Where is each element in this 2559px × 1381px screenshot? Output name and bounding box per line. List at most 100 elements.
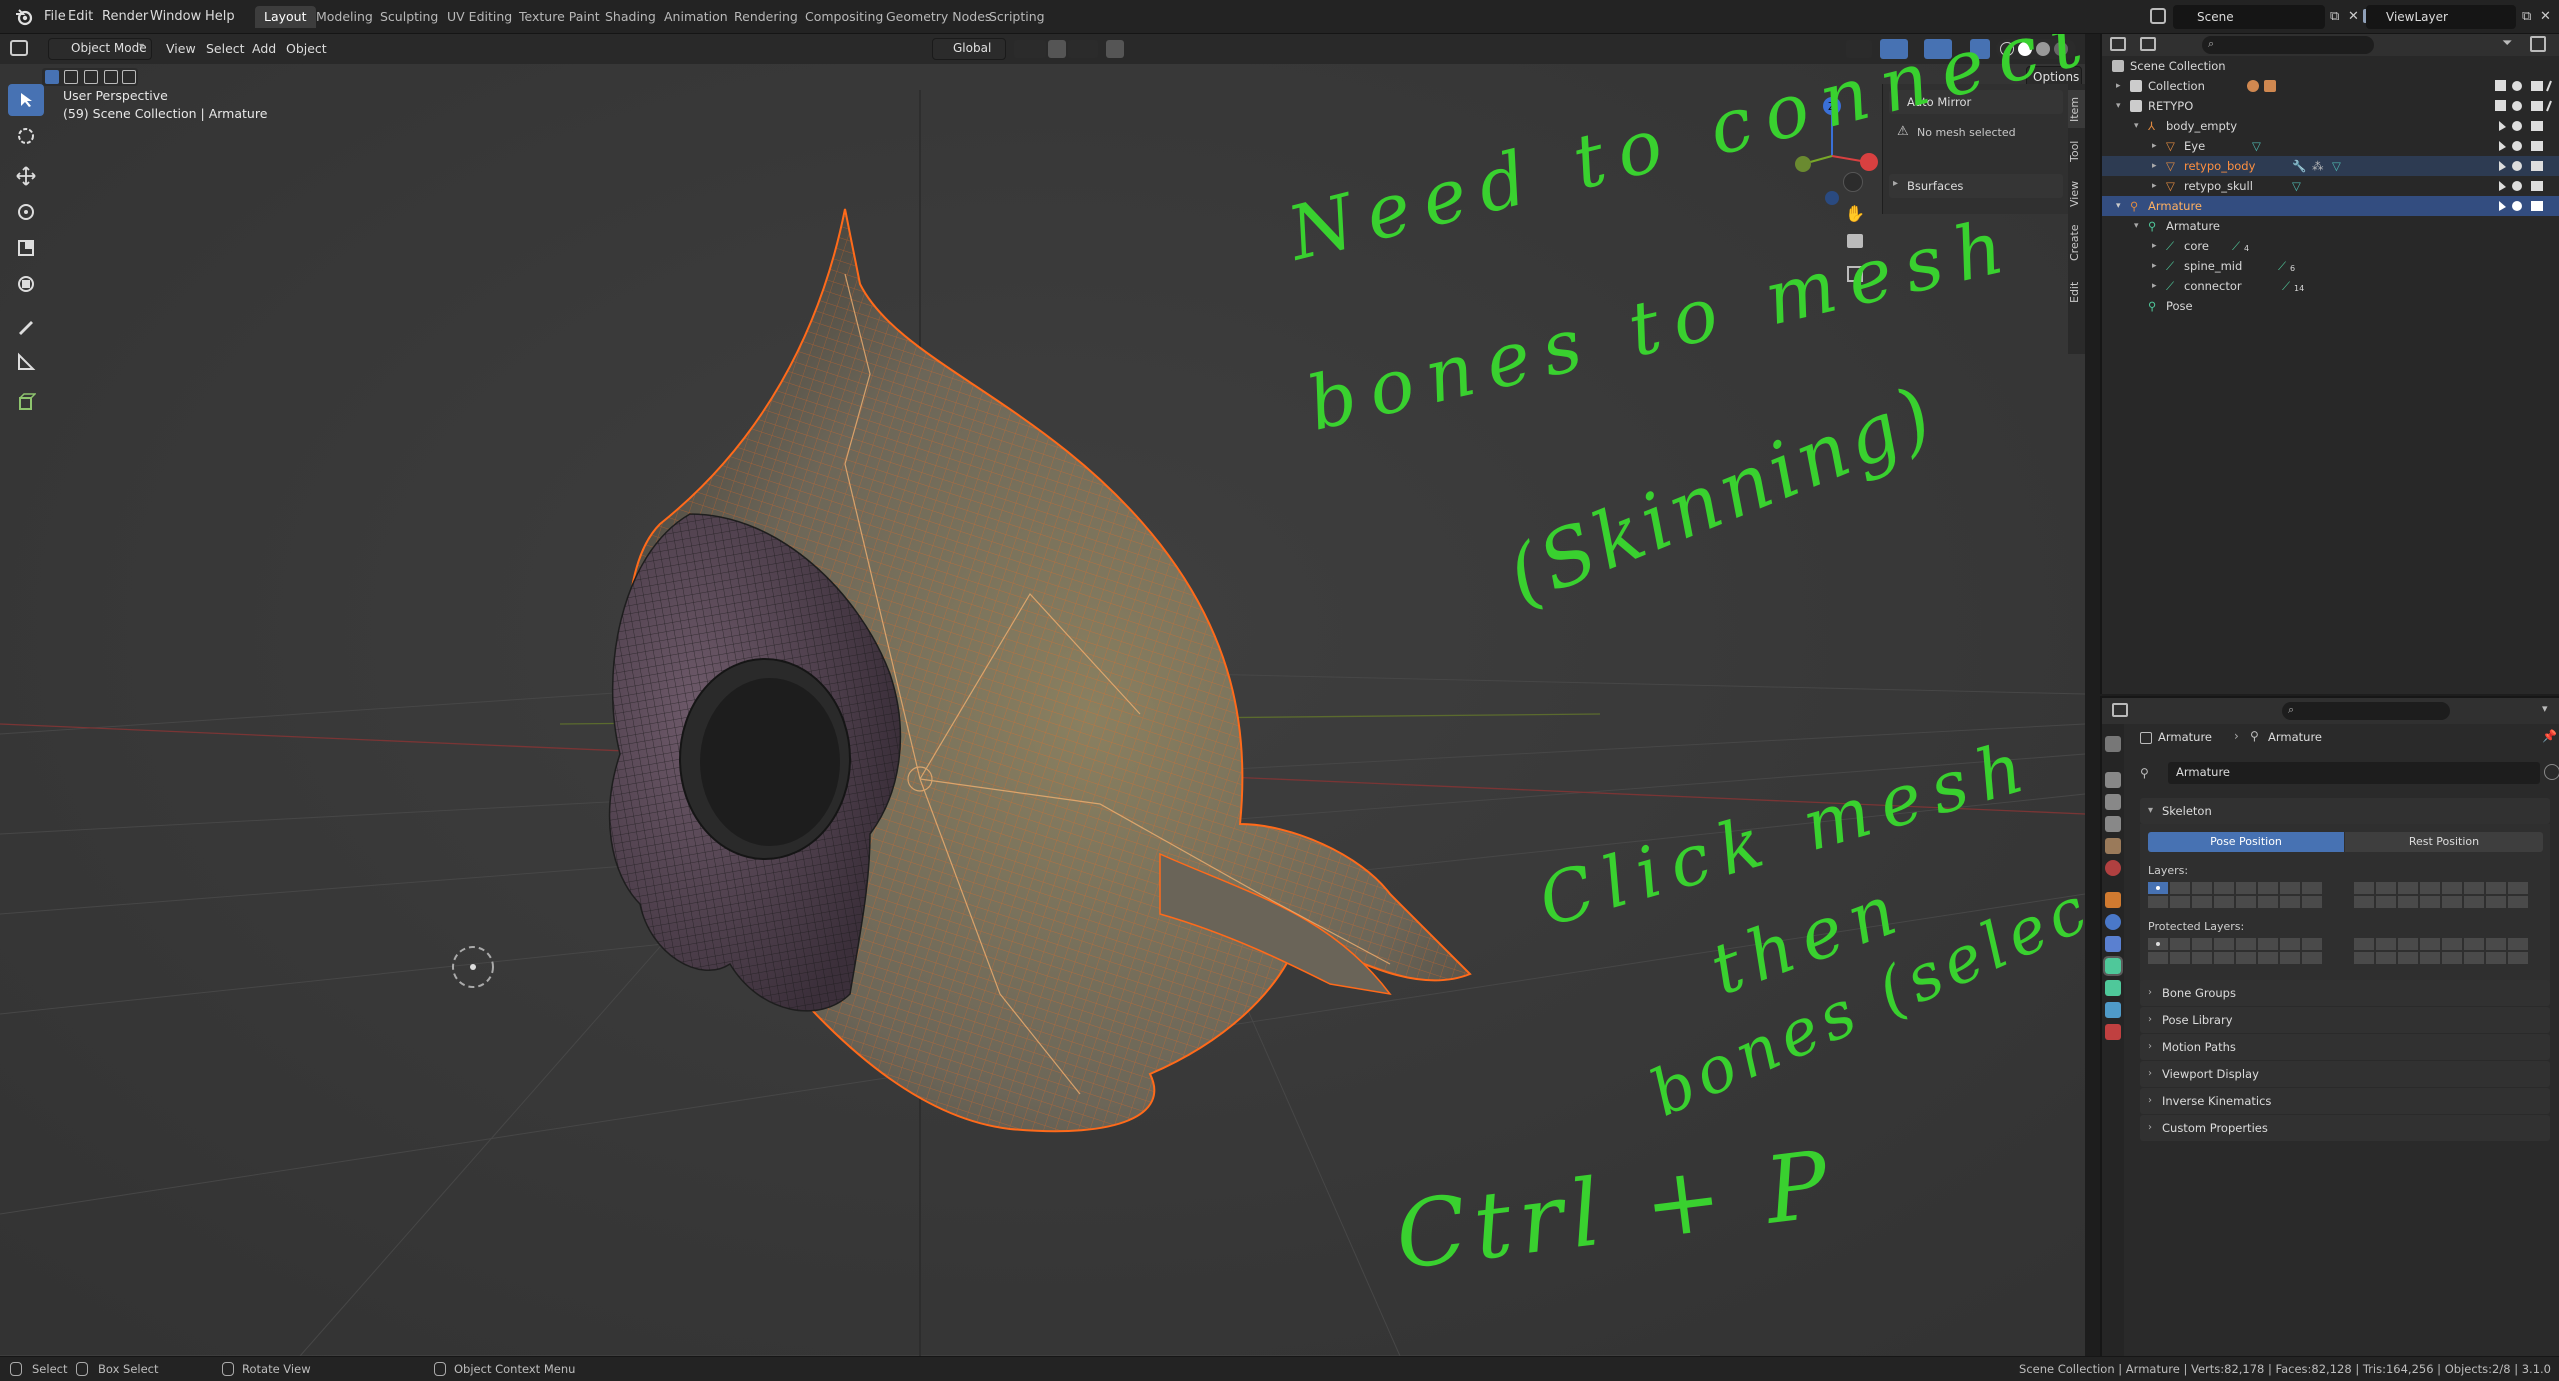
outliner-row-armature[interactable]: ▾ ⚲ Armature bbox=[2102, 196, 2559, 216]
motion-paths-panel-header[interactable]: › Motion Paths bbox=[2140, 1034, 2550, 1060]
select-intersect-icon[interactable] bbox=[122, 70, 136, 84]
outliner-row-bone-core[interactable]: ▸ ⟋ core ⟋ 4 bbox=[2102, 236, 2559, 256]
view-layer-tab-icon[interactable] bbox=[2105, 816, 2121, 832]
outliner-row-armature-data[interactable]: ▾ ⚲ Armature bbox=[2102, 216, 2559, 236]
outliner-row-body-empty[interactable]: ▾ ⅄ body_empty bbox=[2102, 116, 2559, 136]
transform-tool[interactable] bbox=[8, 268, 44, 300]
protected-layers-grid-right[interactable] bbox=[2354, 938, 2542, 964]
texture-tab-icon[interactable] bbox=[2105, 1024, 2121, 1040]
output-tab-icon[interactable] bbox=[2105, 794, 2121, 810]
annotate-tool[interactable] bbox=[8, 310, 44, 342]
outliner-row-bone-spine-mid[interactable]: ▸ ⟋ spine_mid ⟋ 6 bbox=[2102, 256, 2559, 276]
tab-scripting[interactable]: Scripting bbox=[980, 6, 1054, 28]
visibility-toggles[interactable] bbox=[2495, 179, 2553, 193]
visibility-toggles[interactable] bbox=[2495, 159, 2553, 173]
world-tab-icon[interactable] bbox=[2105, 860, 2121, 876]
filter-icon[interactable]: ⏷ bbox=[2502, 36, 2512, 51]
select-new-icon[interactable] bbox=[45, 70, 59, 84]
measure-tool[interactable] bbox=[8, 346, 44, 378]
new-collection-icon[interactable] bbox=[2530, 36, 2546, 52]
delete-scene-icon[interactable]: ✕ bbox=[2348, 9, 2359, 24]
blender-logo-icon[interactable] bbox=[14, 7, 34, 27]
outliner-row-retypo-body[interactable]: ▸ ▽ retypo_body 🔧 ⁂ ▽ bbox=[2102, 156, 2559, 176]
tab-create[interactable]: Create bbox=[2068, 218, 2085, 268]
rotate-tool[interactable] bbox=[8, 196, 44, 228]
constraints-tab-icon[interactable] bbox=[2105, 936, 2121, 952]
x-axis-icon[interactable] bbox=[1860, 153, 1878, 171]
editor-type-icon[interactable] bbox=[2112, 703, 2128, 717]
tab-item[interactable]: Item bbox=[2068, 90, 2085, 128]
bsurfaces-header[interactable]: ▸ Bsurfaces bbox=[1889, 174, 2063, 198]
layers-grid-left[interactable] bbox=[2148, 882, 2336, 908]
select-invert-icon[interactable] bbox=[104, 70, 118, 84]
orientation-dropdown[interactable]: Global bbox=[932, 38, 1006, 60]
menu-object[interactable]: Object bbox=[286, 40, 327, 58]
tab-uv-editing[interactable]: UV Editing bbox=[438, 6, 521, 28]
scene-tab-icon[interactable] bbox=[2105, 838, 2121, 854]
scene-name-field[interactable]: Scene bbox=[2173, 5, 2325, 29]
menu-add[interactable]: Add bbox=[252, 40, 276, 58]
visibility-toggles[interactable] bbox=[2495, 79, 2553, 93]
outliner-row-retypo-skull[interactable]: ▸ ▽ retypo_skull ▽ bbox=[2102, 176, 2559, 196]
menu-render[interactable]: Render bbox=[102, 7, 148, 27]
move-tool[interactable] bbox=[8, 160, 44, 192]
inverse-kinematics-panel-header[interactable]: › Inverse Kinematics bbox=[2140, 1088, 2550, 1114]
scale-tool[interactable] bbox=[8, 232, 44, 264]
datablock-name-field[interactable]: Armature bbox=[2168, 762, 2540, 784]
delete-view-layer-icon[interactable]: ✕ bbox=[2540, 9, 2551, 24]
select-box-tool[interactable] bbox=[8, 84, 44, 116]
bone-tab-icon[interactable] bbox=[2105, 980, 2121, 996]
rest-position-button[interactable]: Rest Position bbox=[2345, 832, 2543, 852]
snap-toggle-button[interactable] bbox=[1048, 40, 1066, 58]
tab-edit[interactable]: Edit bbox=[2068, 274, 2085, 310]
visibility-toggles[interactable] bbox=[2495, 119, 2553, 133]
pose-position-button[interactable]: Pose Position bbox=[2148, 832, 2344, 852]
y-axis-icon[interactable] bbox=[1795, 156, 1811, 172]
tab-sculpting[interactable]: Sculpting bbox=[371, 6, 447, 28]
chevron-down-icon[interactable]: ▾ bbox=[2542, 702, 2548, 715]
copy-view-layer-icon[interactable]: ⧉ bbox=[2522, 9, 2531, 24]
zoom-icon[interactable] bbox=[1843, 172, 1863, 192]
menu-file[interactable]: File bbox=[44, 7, 66, 27]
protected-layers-grid-left[interactable] bbox=[2148, 938, 2336, 964]
tab-tool[interactable]: Tool bbox=[2068, 132, 2085, 170]
outliner-row-scene-collection[interactable]: Scene Collection bbox=[2102, 56, 2559, 76]
select-subtract-icon[interactable] bbox=[84, 70, 98, 84]
proportional-edit-button[interactable] bbox=[1106, 40, 1124, 58]
snap-target-button[interactable] bbox=[1068, 40, 1098, 58]
menu-edit[interactable]: Edit bbox=[68, 7, 93, 27]
display-mode-icon[interactable] bbox=[2140, 37, 2156, 51]
tab-texture-paint[interactable]: Texture Paint bbox=[510, 6, 609, 28]
add-cube-tool[interactable] bbox=[8, 386, 44, 418]
visibility-toggles[interactable] bbox=[2495, 199, 2553, 213]
cursor-tool[interactable] bbox=[8, 120, 44, 152]
properties-search-input[interactable]: ⌕ bbox=[2282, 702, 2450, 720]
menu-help[interactable]: Help bbox=[205, 7, 235, 27]
menu-select[interactable]: Select bbox=[206, 40, 245, 58]
armature-data-icon[interactable]: ⚲ bbox=[2140, 766, 2149, 780]
editor-type-icon[interactable] bbox=[2110, 37, 2126, 51]
object-tab-icon[interactable] bbox=[2105, 892, 2121, 908]
physics-tab-icon[interactable] bbox=[2105, 914, 2121, 930]
pose-library-panel-header[interactable]: › Pose Library bbox=[2140, 1007, 2550, 1033]
view-layer-field[interactable]: ViewLayer bbox=[2366, 5, 2516, 29]
fake-user-shield-icon[interactable] bbox=[2544, 764, 2559, 780]
skeleton-panel-header[interactable]: ▾ Skeleton bbox=[2140, 798, 2550, 824]
armature-data-tab-icon[interactable] bbox=[2103, 956, 2123, 976]
outliner-row-bone-connector[interactable]: ▸ ⟋ connector ⟋ 14 bbox=[2102, 276, 2559, 296]
mode-dropdown[interactable]: Object Mode ▾ bbox=[48, 38, 152, 60]
tool-tab-icon[interactable] bbox=[2105, 736, 2121, 752]
editor-type-icon[interactable] bbox=[10, 40, 28, 56]
viewport-display-panel-header[interactable]: › Viewport Display bbox=[2140, 1061, 2550, 1087]
outliner-row-collection[interactable]: ▸ Collection bbox=[2102, 76, 2559, 96]
select-extend-icon[interactable] bbox=[64, 70, 78, 84]
visibility-toggles[interactable] bbox=[2495, 99, 2553, 113]
scene-selector-icon[interactable] bbox=[2150, 8, 2166, 24]
neg-z-axis-icon[interactable] bbox=[1825, 191, 1839, 205]
outliner-row-eye[interactable]: ▸ ▽ Eye ▽ bbox=[2102, 136, 2559, 156]
menu-view[interactable]: View bbox=[166, 40, 196, 58]
outliner-row-pose[interactable]: ⚲ Pose bbox=[2102, 296, 2559, 316]
menu-window[interactable]: Window bbox=[150, 7, 201, 27]
pan-hand-icon[interactable]: ✋ bbox=[1845, 204, 1865, 223]
layers-grid-right[interactable] bbox=[2354, 882, 2542, 908]
